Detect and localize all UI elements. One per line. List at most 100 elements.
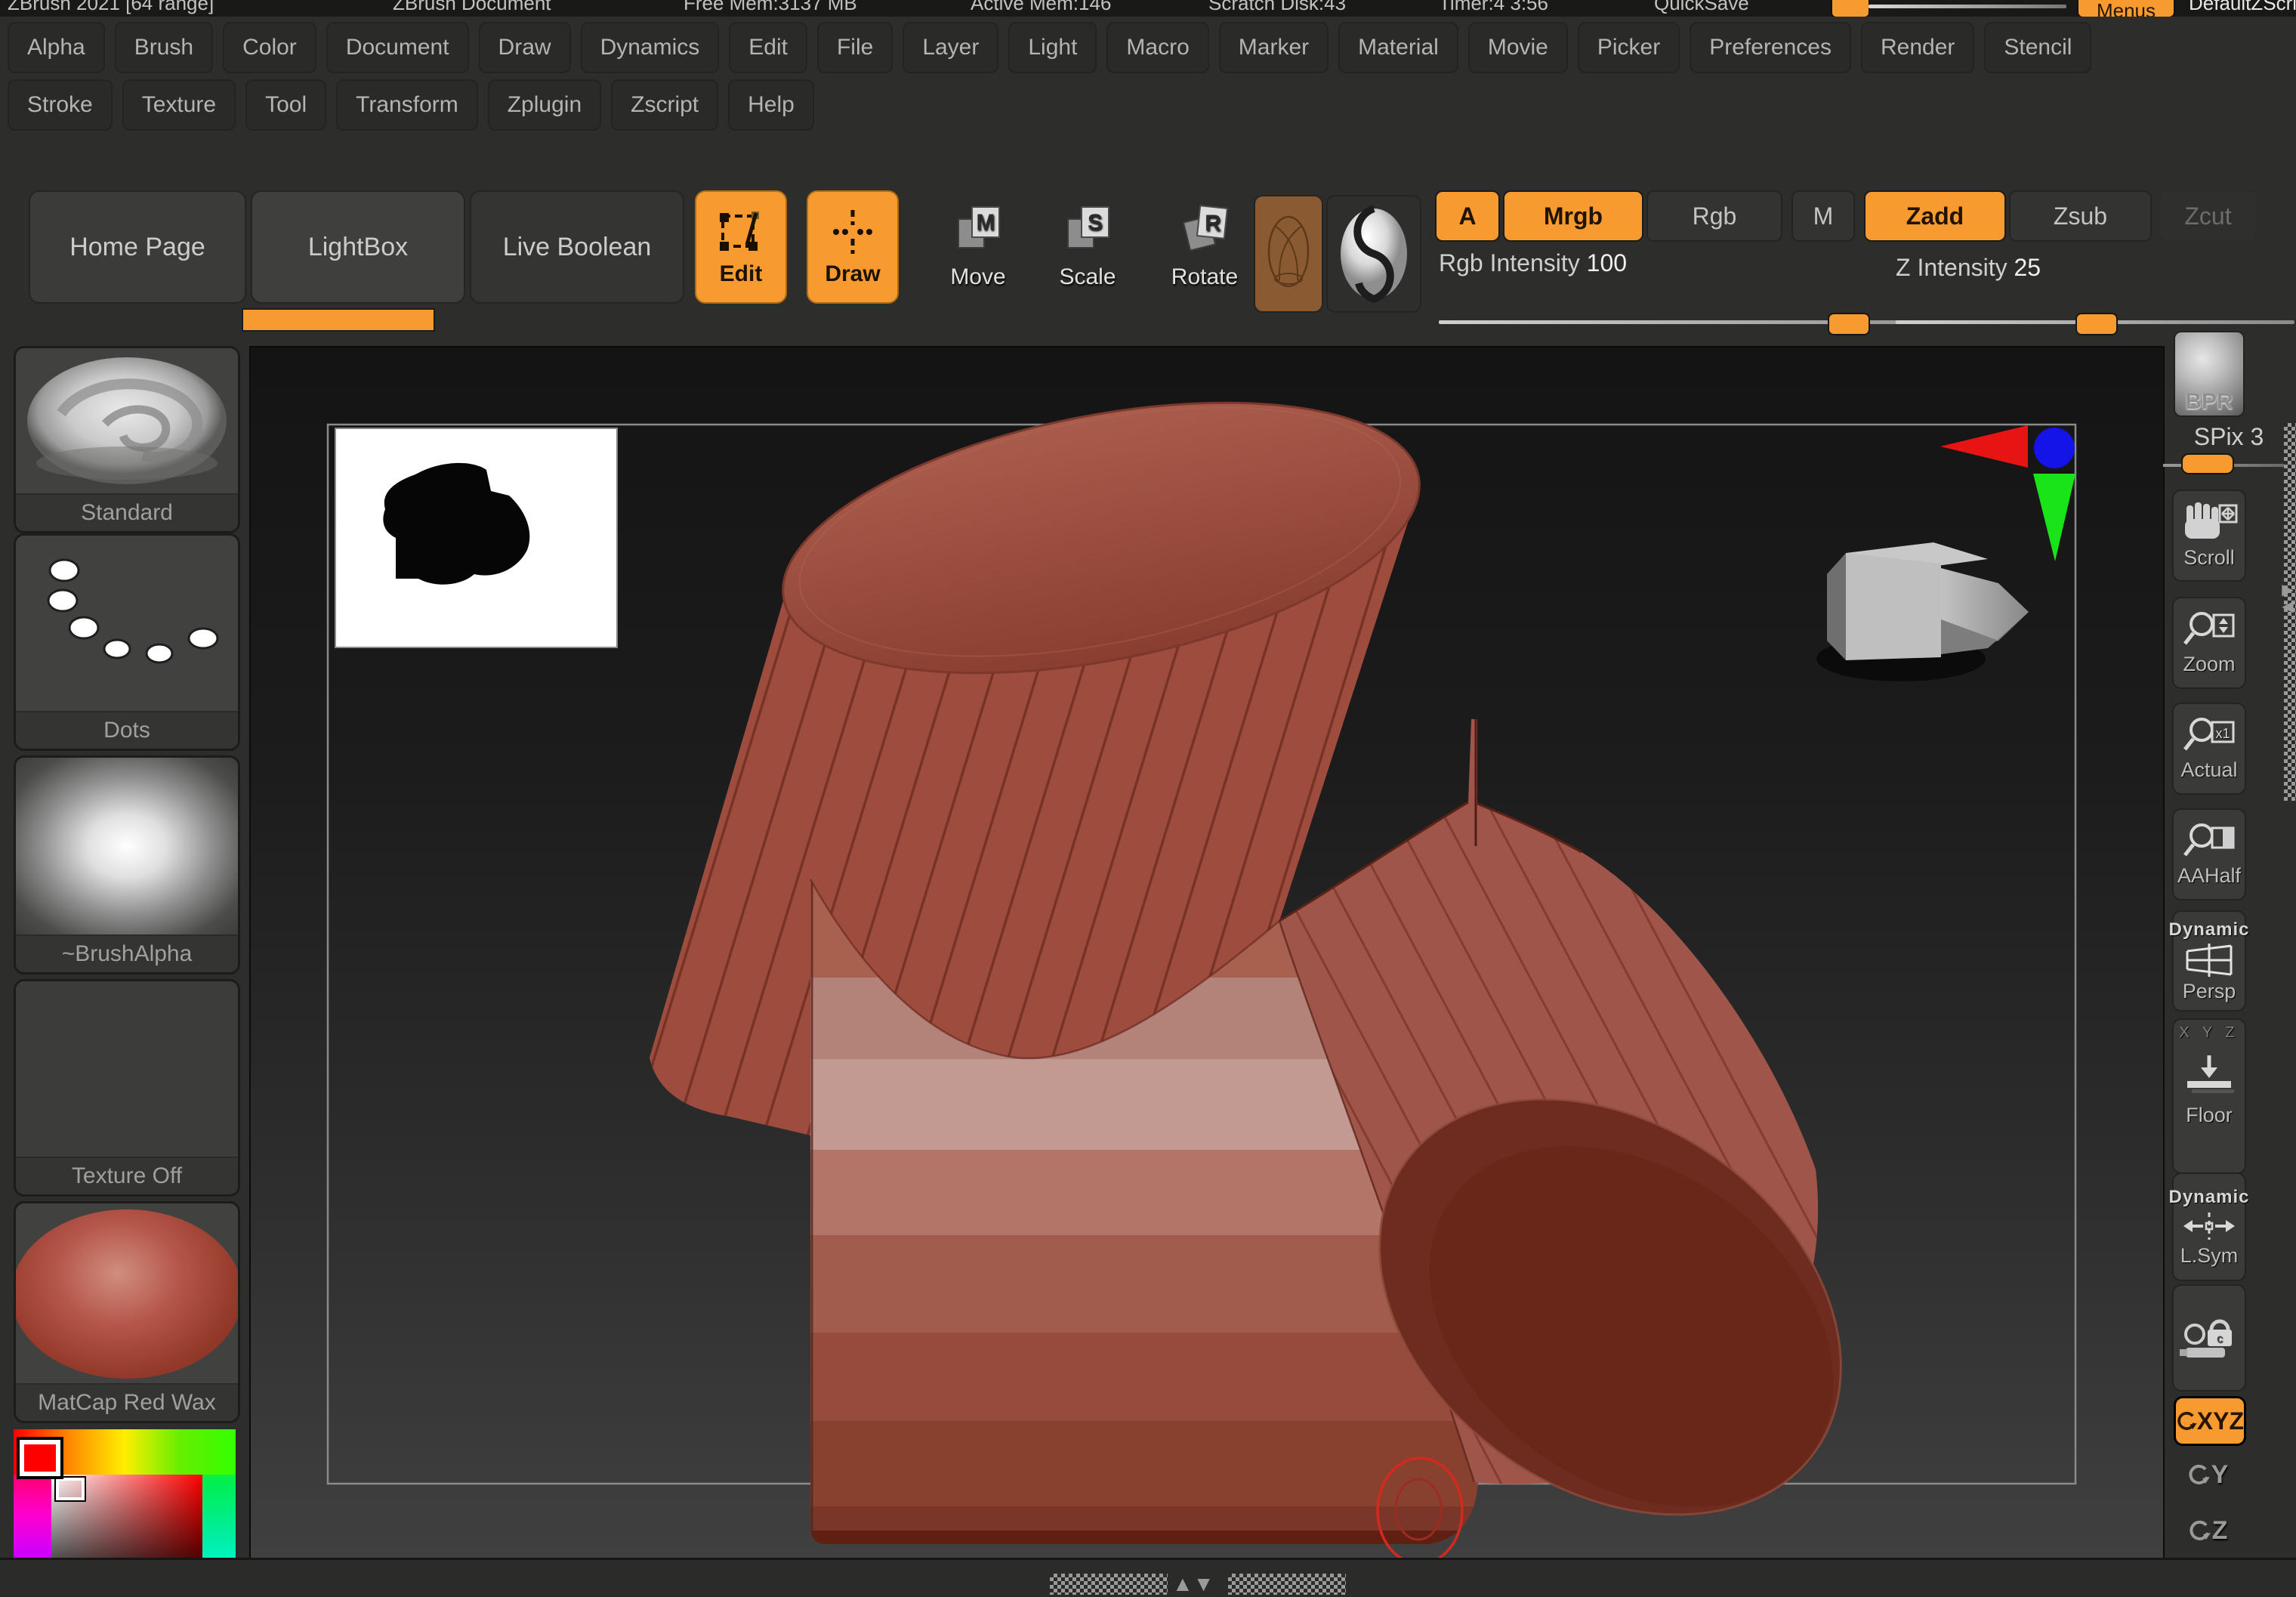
menu-item-tool[interactable]: Tool	[245, 79, 326, 131]
svg-text:c: c	[2217, 1333, 2223, 1345]
menu-item-zplugin[interactable]: Zplugin	[488, 79, 601, 131]
edit-button[interactable]: Edit	[695, 190, 787, 304]
aahalf-label: AAHalf	[2177, 864, 2241, 888]
menu-item-render[interactable]: Render	[1861, 22, 1974, 73]
bottom-divider-strip-left[interactable]	[1050, 1574, 1168, 1595]
current-material-tile[interactable]: MatCap Red Wax	[14, 1201, 240, 1423]
close-tray-arrow[interactable]: ◀	[2279, 598, 2296, 615]
scroll-hand-icon	[2180, 502, 2238, 545]
menu-item-light[interactable]: Light	[1008, 22, 1097, 73]
move-button[interactable]: M Move	[937, 202, 1020, 298]
spix-slider-label: SPix 3	[2162, 423, 2296, 451]
floor-axes-toggles[interactable]: X Y Z	[2179, 1024, 2239, 1042]
tray-down-arrow[interactable]: ▼	[1193, 1572, 1214, 1595]
aahalf-button[interactable]: AAHalf	[2172, 808, 2246, 900]
floor-button[interactable]: X Y Z Floor	[2172, 1018, 2246, 1174]
menu-item-color[interactable]: Color	[223, 22, 316, 73]
titlebar-slider-track[interactable]	[1869, 5, 2066, 8]
bottom-tray-arrows[interactable]: ▲▼	[1172, 1572, 1214, 1596]
scale-button[interactable]: S Scale	[1046, 202, 1129, 298]
titlebar-slider-handle[interactable]	[1831, 0, 1870, 17]
menu-item-texture[interactable]: Texture	[122, 79, 236, 131]
menu-item-layer[interactable]: Layer	[903, 22, 998, 73]
material-sphere-button[interactable]	[1326, 195, 1421, 313]
menu-item-edit[interactable]: Edit	[729, 22, 807, 73]
open-tray-arrow[interactable]: ▶	[2279, 582, 2296, 598]
menu-item-material[interactable]: Material	[1338, 22, 1458, 73]
edit-marquee-icon	[717, 207, 765, 260]
mode-zsub-button[interactable]: Zsub	[2009, 190, 2152, 242]
lock-camera-button[interactable]: c	[2172, 1284, 2246, 1392]
current-texture-tile[interactable]: Texture Off	[14, 979, 240, 1197]
mode-zcut-button[interactable]: Zcut	[2159, 190, 2257, 242]
bottom-divider-strip-right[interactable]	[1228, 1574, 1346, 1595]
actual-button[interactable]: x1 Actual	[2172, 703, 2246, 795]
menu-item-alpha[interactable]: Alpha	[8, 22, 105, 73]
draw-button[interactable]: Draw	[807, 190, 899, 304]
current-brush-tile[interactable]: Standard	[14, 346, 240, 533]
zbrush-window: ZBrush 2021 [64 range] ZBrush Document F…	[0, 0, 2296, 1597]
mode-rgb-button[interactable]: Rgb	[1646, 190, 1782, 242]
alpha-preview	[335, 428, 617, 647]
menu-item-marker[interactable]: Marker	[1219, 22, 1329, 73]
x-axis-arrow	[1940, 425, 2028, 468]
menu-item-movie[interactable]: Movie	[1468, 22, 1568, 73]
scroll-button[interactable]: Scroll	[2172, 490, 2246, 582]
current-color-swatch[interactable]	[20, 1440, 60, 1476]
menu-item-brush[interactable]: Brush	[115, 22, 213, 73]
quicksave-button[interactable]: QuickSave	[1654, 0, 1749, 17]
material-sphere-icon	[1338, 205, 1410, 303]
current-alpha-tile[interactable]: ~BrushAlpha	[14, 755, 240, 975]
rotate-z-button[interactable]: Z	[2178, 1508, 2237, 1553]
zscript-status: DefaultZScript	[2189, 0, 2296, 17]
document-canvas[interactable]	[249, 346, 2165, 1561]
lsym-button[interactable]: Dynamic L.Sym	[2172, 1172, 2246, 1281]
rotate-xyz-button[interactable]: XYZ	[2174, 1396, 2246, 1446]
menu-item-zscript[interactable]: Zscript	[611, 79, 718, 131]
left-tray-divider[interactable]	[242, 308, 435, 332]
spix-slider-handle[interactable]	[2181, 453, 2234, 474]
mode-zadd-button[interactable]: Zadd	[1864, 190, 2006, 242]
rotate-button[interactable]: R Rotate	[1156, 202, 1254, 298]
lightbox-button[interactable]: LightBox	[251, 190, 465, 304]
menu-item-document[interactable]: Document	[326, 22, 469, 73]
rotate-y-button[interactable]: Y	[2178, 1452, 2237, 1497]
rotate-y-label: Y	[2211, 1460, 2229, 1490]
menu-item-picker[interactable]: Picker	[1578, 22, 1680, 73]
current-material-button[interactable]	[1254, 195, 1323, 313]
menu-item-stencil[interactable]: Stencil	[1984, 22, 2091, 73]
local-symmetry-icon	[2182, 1209, 2236, 1243]
mode-a-button[interactable]: A	[1435, 190, 1500, 242]
scratch-disk-status: Scratch Disk:43	[1208, 0, 1346, 17]
menu-item-macro[interactable]: Macro	[1106, 22, 1208, 73]
move-button-label: Move	[950, 264, 1005, 290]
tray-up-arrow[interactable]: ▲	[1172, 1572, 1193, 1595]
menus-button[interactable]: Menus	[2077, 0, 2175, 17]
tool-preview-gizmo	[1816, 542, 2029, 681]
menu-item-dynamics[interactable]: Dynamics	[581, 22, 720, 73]
menu-item-help[interactable]: Help	[728, 79, 814, 131]
zoom-button[interactable]: Zoom	[2172, 597, 2246, 689]
z-intensity-handle[interactable]	[2075, 313, 2118, 335]
mode-mrgb-button[interactable]: Mrgb	[1503, 190, 1643, 242]
rotate-y-arc-icon	[2187, 1462, 2210, 1487]
rotate-z-label: Z	[2212, 1516, 2228, 1546]
rotate-button-label: Rotate	[1171, 264, 1238, 290]
actual-size-icon: x1	[2182, 716, 2236, 757]
right-tray-divider-arrows[interactable]: ▶ ◀	[2279, 582, 2296, 615]
mode-m-button[interactable]: M	[1791, 190, 1855, 242]
live-boolean-button[interactable]: Live Boolean	[470, 190, 684, 304]
svg-text:R: R	[1205, 211, 1221, 236]
menu-item-stroke[interactable]: Stroke	[8, 79, 113, 131]
menu-item-draw[interactable]: Draw	[479, 22, 571, 73]
bpr-render-button[interactable]: BPR	[2174, 331, 2245, 417]
draw-crosshair-icon	[829, 207, 877, 260]
rgb-intensity-handle[interactable]	[1828, 313, 1870, 335]
current-stroke-tile[interactable]: Dots	[14, 533, 240, 751]
home-page-button[interactable]: Home Page	[29, 190, 246, 304]
menu-item-transform[interactable]: Transform	[336, 79, 478, 131]
axis-orientation-icon[interactable]	[1940, 425, 2075, 561]
menu-item-file[interactable]: File	[817, 22, 893, 73]
menu-item-preferences[interactable]: Preferences	[1690, 22, 1851, 73]
persp-button[interactable]: Dynamic Persp	[2172, 910, 2246, 1012]
